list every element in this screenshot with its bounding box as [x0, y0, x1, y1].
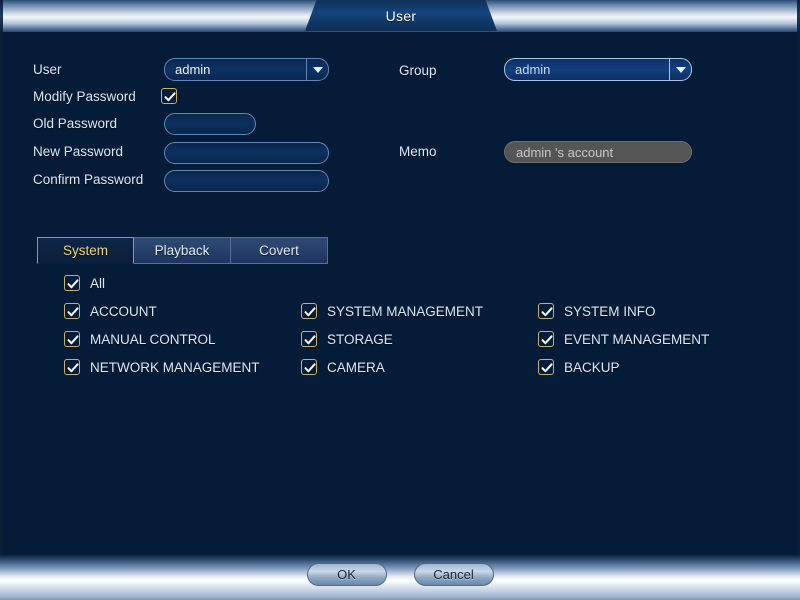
permission-label-manual-control: MANUAL CONTROL	[90, 332, 216, 347]
permission-tabs: System Playback Covert	[37, 237, 328, 264]
window-title-tab: User	[305, 0, 497, 31]
checkmark-icon	[540, 361, 554, 375]
new-password-input[interactable]	[164, 142, 329, 164]
permission-label-storage: STORAGE	[327, 332, 393, 347]
permission-checkbox-storage[interactable]	[301, 331, 317, 347]
permission-checkbox-event-management[interactable]	[538, 331, 554, 347]
memo-value: admin 's account	[505, 145, 613, 160]
permission-item-manual-control[interactable]: MANUAL CONTROL	[64, 331, 301, 347]
permission-label-account: ACCOUNT	[90, 304, 157, 319]
page-title: User	[386, 8, 417, 24]
user-management-window: User User admin Modify Password Old Pass…	[0, 0, 800, 600]
titlebar-left-edge	[0, 0, 3, 32]
permission-item-backup[interactable]: BACKUP	[538, 359, 775, 375]
permission-label-backup: BACKUP	[564, 360, 620, 375]
permission-label-system-management: SYSTEM MANAGEMENT	[327, 304, 483, 319]
tab-playback[interactable]: Playback	[134, 237, 231, 264]
permission-item-camera[interactable]: CAMERA	[301, 359, 538, 375]
confirm-password-input[interactable]	[164, 170, 329, 192]
group-select-value: admin	[505, 62, 669, 77]
permission-checkbox-system-management[interactable]	[301, 303, 317, 319]
permission-item-event-management[interactable]: EVENT MANAGEMENT	[538, 331, 775, 347]
tab-playback-label: Playback	[155, 243, 210, 258]
group-select[interactable]: admin	[504, 58, 692, 81]
confirm-password-label: Confirm Password	[33, 172, 143, 187]
tab-covert[interactable]: Covert	[231, 237, 328, 264]
checkmark-icon	[540, 333, 554, 347]
cancel-button-label: Cancel	[433, 567, 473, 582]
checkmark-icon	[303, 305, 317, 319]
permission-item-system-management[interactable]: SYSTEM MANAGEMENT	[301, 303, 538, 319]
chevron-down-icon[interactable]	[306, 59, 328, 80]
permission-grid: All ACCOUNT SYSTEM MANAGEMENT	[64, 269, 754, 381]
cancel-button[interactable]: Cancel	[414, 563, 494, 586]
permission-checkbox-camera[interactable]	[301, 359, 317, 375]
footer-bar: OK Cancel	[0, 555, 800, 600]
permission-row: ACCOUNT SYSTEM MANAGEMENT SYSTEM INFO	[64, 297, 754, 325]
permission-item-account[interactable]: ACCOUNT	[64, 303, 301, 319]
permission-checkbox-backup[interactable]	[538, 359, 554, 375]
group-label: Group	[399, 63, 437, 78]
user-select-value: admin	[165, 62, 306, 77]
permission-row-all: All	[64, 269, 754, 297]
new-password-label: New Password	[33, 144, 123, 159]
permission-item-network-management[interactable]: NETWORK MANAGEMENT	[64, 359, 301, 375]
permission-item-system-info[interactable]: SYSTEM INFO	[538, 303, 775, 319]
checkmark-icon	[66, 277, 80, 291]
footer-button-group: OK Cancel	[0, 563, 800, 586]
old-password-label: Old Password	[33, 116, 117, 131]
permission-row: MANUAL CONTROL STORAGE EVENT MANAGEMENT	[64, 325, 754, 353]
tab-covert-label: Covert	[259, 243, 299, 258]
permission-row: NETWORK MANAGEMENT CAMERA BACKUP	[64, 353, 754, 381]
permission-checkbox-system-info[interactable]	[538, 303, 554, 319]
checkmark-icon	[303, 361, 317, 375]
window-titlebar: User	[0, 0, 800, 32]
checkmark-icon	[66, 305, 80, 319]
checkmark-icon	[540, 305, 554, 319]
permission-label-event-management: EVENT MANAGEMENT	[564, 332, 709, 347]
permission-item-storage[interactable]: STORAGE	[301, 331, 538, 347]
permission-item-all[interactable]: All	[64, 275, 301, 291]
form-area: User admin Modify Password Old Password …	[0, 32, 800, 555]
checkmark-icon	[66, 333, 80, 347]
tab-system-label: System	[63, 243, 108, 258]
permission-checkbox-manual-control[interactable]	[64, 331, 80, 347]
memo-label: Memo	[399, 144, 437, 159]
permission-checkbox-network-management[interactable]	[64, 359, 80, 375]
modify-password-checkbox[interactable]	[161, 88, 177, 104]
permission-label-all: All	[90, 276, 105, 291]
permission-label-network-management: NETWORK MANAGEMENT	[90, 360, 260, 375]
chevron-down-icon[interactable]	[669, 59, 691, 80]
permission-checkbox-all[interactable]	[64, 275, 80, 291]
permission-checkbox-account[interactable]	[64, 303, 80, 319]
permission-label-camera: CAMERA	[327, 360, 385, 375]
checkmark-icon	[303, 333, 317, 347]
checkmark-icon	[66, 361, 80, 375]
memo-field[interactable]: admin 's account	[504, 141, 692, 163]
old-password-input[interactable]	[164, 113, 256, 135]
ok-button[interactable]: OK	[307, 563, 387, 586]
user-select[interactable]: admin	[164, 58, 329, 81]
tab-system[interactable]: System	[37, 237, 134, 264]
modify-password-label: Modify Password	[33, 89, 136, 104]
permission-label-system-info: SYSTEM INFO	[564, 304, 656, 319]
user-label: User	[33, 62, 62, 77]
ok-button-label: OK	[337, 567, 356, 582]
checkmark-icon	[163, 90, 177, 104]
